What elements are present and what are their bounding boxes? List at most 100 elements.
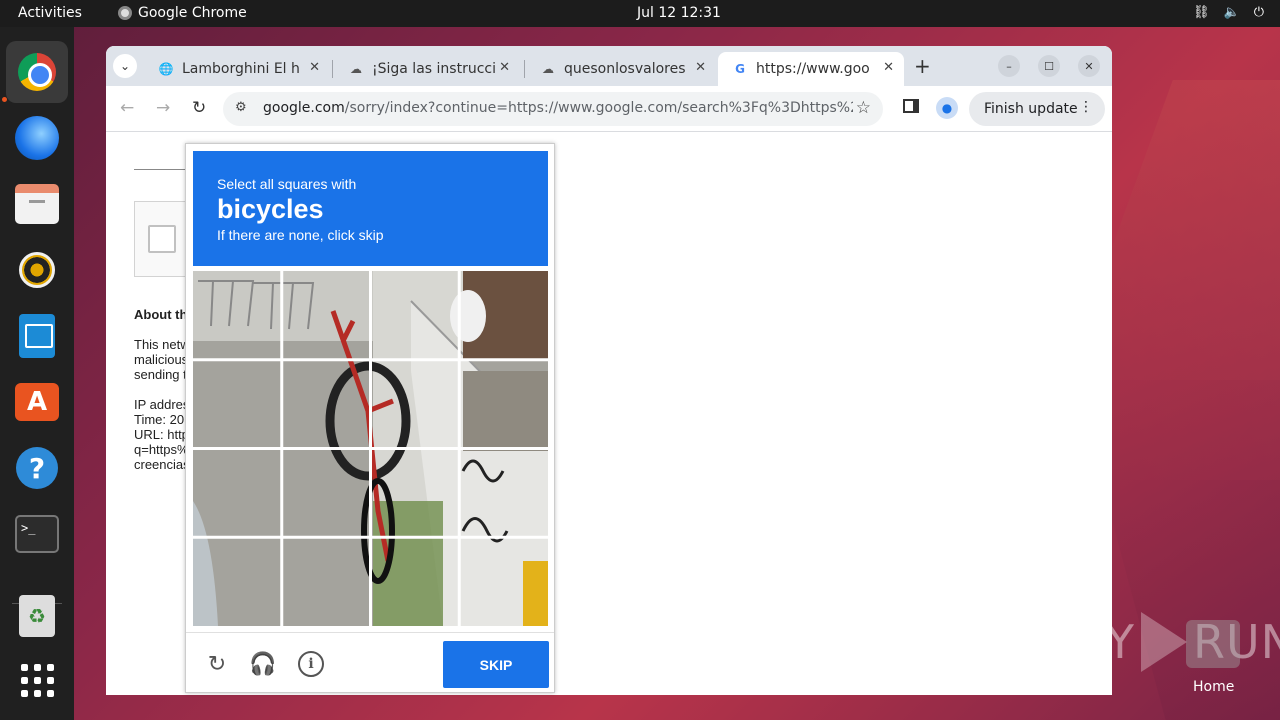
close-tab-icon[interactable]: ✕ <box>695 60 706 75</box>
about-paragraph: This netw malicious sending t <box>134 337 190 382</box>
challenge-hint: If there are none, click skip <box>217 227 384 243</box>
image-tile[interactable] <box>193 271 280 358</box>
toolbar: ← → ↻ ⚙ google.com/sorry/index?continue=… <box>106 86 1112 132</box>
image-tile[interactable] <box>283 361 370 448</box>
text-line: Time: 20 <box>134 412 185 427</box>
challenge-header: Select all squares with bicycles If ther… <box>193 151 548 266</box>
image-tile[interactable] <box>372 361 459 448</box>
anyrun-watermark: ANY RUN <box>1038 612 1280 672</box>
more-menu-icon[interactable]: ⋮ <box>1079 99 1093 115</box>
image-tile[interactable] <box>283 540 370 627</box>
dock-help[interactable]: ? <box>6 437 68 499</box>
bookmark-star-icon[interactable]: ☆ <box>856 98 871 118</box>
text-line: IP addres <box>134 397 190 412</box>
home-folder-label[interactable]: Home <box>1193 679 1234 695</box>
url-domain: google.com <box>263 100 345 116</box>
site-info-icon[interactable]: ⚙ <box>235 100 247 115</box>
close-tab-icon[interactable]: ✕ <box>883 60 894 75</box>
challenge-footer: ↻ 🎧 i SKIP <box>186 632 554 692</box>
tab-bar: ⌄ 🌐 Lamborghini El h ✕ ☁ ¡Siga las instr… <box>106 46 1112 86</box>
app-menu[interactable]: Google Chrome <box>118 5 247 21</box>
image-tile[interactable] <box>462 540 549 627</box>
text-line: sending t <box>134 367 187 382</box>
tab-search-button[interactable]: ⌄ <box>113 54 137 78</box>
info-icon[interactable]: i <box>298 651 324 677</box>
image-grid <box>193 271 548 626</box>
url-text[interactable]: google.com/sorry/index?continue=https://… <box>263 100 853 116</box>
tab-title: ¡Siga las instrucci <box>372 61 496 77</box>
maximize-button[interactable]: ☐ <box>1038 55 1060 77</box>
profile-icon[interactable]: ● <box>936 97 958 119</box>
dock-terminal[interactable]: >_ <box>6 503 68 565</box>
image-tile[interactable] <box>193 450 280 537</box>
chrome-icon <box>18 53 56 91</box>
download-icon: ☁ <box>350 62 362 76</box>
close-tab-icon[interactable]: ✕ <box>309 60 320 75</box>
dock-files[interactable] <box>6 173 68 235</box>
dock-libreoffice[interactable] <box>6 305 68 367</box>
back-arrow-icon: ← <box>120 98 135 118</box>
app-name: Google Chrome <box>138 5 247 21</box>
text-line: creencias <box>134 457 190 472</box>
clock[interactable]: Jul 12 12:31 <box>637 5 721 21</box>
image-tile[interactable] <box>193 540 280 627</box>
new-tab-button[interactable]: + <box>914 54 931 78</box>
chrome-icon <box>118 6 132 20</box>
audio-challenge-icon[interactable]: 🎧 <box>249 651 276 677</box>
close-icon: ✕ <box>1084 59 1094 73</box>
play-triangle-icon <box>1140 612 1187 672</box>
tab-quesonlosvalores[interactable]: ☁ quesonlosvalores ✕ <box>526 52 716 86</box>
tab-title: Lamborghini El h <box>182 61 300 77</box>
minimize-icon: – <box>1006 59 1012 73</box>
trash-icon: ♻ <box>19 595 55 637</box>
image-tile[interactable] <box>193 361 280 448</box>
dock-app-center[interactable]: A <box>6 371 68 433</box>
image-tile[interactable] <box>372 450 459 537</box>
address-bar[interactable]: ⚙ google.com/sorry/index?continue=https:… <box>223 92 883 126</box>
tab-title: https://www.goo <box>756 61 870 77</box>
reload-challenge-icon[interactable]: ↻ <box>204 651 230 677</box>
network-icon: ⛓ <box>1193 5 1210 20</box>
dock-chrome[interactable] <box>6 41 68 103</box>
image-tile[interactable] <box>462 271 549 358</box>
maximize-icon: ☐ <box>1044 59 1054 73</box>
close-window-button[interactable]: ✕ <box>1078 55 1100 77</box>
image-tile[interactable] <box>462 450 549 537</box>
watermark-left: ANY <box>1038 615 1135 669</box>
tab-google-active[interactable]: G https://www.goo ✕ <box>718 52 904 86</box>
show-apps-button[interactable] <box>6 649 68 711</box>
image-tile[interactable] <box>372 540 459 627</box>
dock-trash[interactable]: ♻ <box>6 585 68 647</box>
volume-icon: 🔈 <box>1223 5 1240 20</box>
back-button[interactable]: ← <box>120 98 134 118</box>
image-tile[interactable] <box>283 450 370 537</box>
tab-lamborghini[interactable]: 🌐 Lamborghini El h ✕ <box>144 52 330 86</box>
text-line: q=https% <box>134 442 189 457</box>
forward-button[interactable]: → <box>156 98 170 118</box>
image-tile[interactable] <box>462 361 549 448</box>
dock-rhythmbox[interactable] <box>6 239 68 301</box>
reload-button[interactable]: ↻ <box>192 98 206 118</box>
finish-update-button[interactable]: Finish update ⋮ <box>969 92 1105 126</box>
side-panel-icon[interactable] <box>903 99 919 113</box>
help-icon: ? <box>16 447 58 489</box>
libreoffice-impress-icon <box>19 314 55 358</box>
dock-thunderbird[interactable] <box>6 107 68 169</box>
terminal-icon: >_ <box>15 515 59 553</box>
chevron-down-icon: ⌄ <box>119 59 131 73</box>
request-details: IP addres Time: 20 URL: http q=https% cr… <box>134 397 190 472</box>
tab-title: quesonlosvalores <box>564 61 686 77</box>
image-tile[interactable] <box>372 271 459 358</box>
image-tile[interactable] <box>283 271 370 358</box>
tab-siga[interactable]: ☁ ¡Siga las instrucci ✕ <box>334 52 520 86</box>
dock: A ? >_ ♻ <box>0 27 74 720</box>
system-tray[interactable]: ⛓ 🔈 ⏻ <box>1193 5 1264 20</box>
recaptcha-checkbox[interactable] <box>148 225 176 253</box>
minimize-button[interactable]: – <box>998 55 1020 77</box>
skip-button[interactable]: SKIP <box>443 641 549 688</box>
home-folder-icon[interactable] <box>1186 620 1240 668</box>
reload-icon: ↻ <box>192 98 207 118</box>
activities-button[interactable]: Activities <box>18 5 82 21</box>
close-tab-icon[interactable]: ✕ <box>499 60 510 75</box>
about-heading: About th <box>134 307 188 322</box>
